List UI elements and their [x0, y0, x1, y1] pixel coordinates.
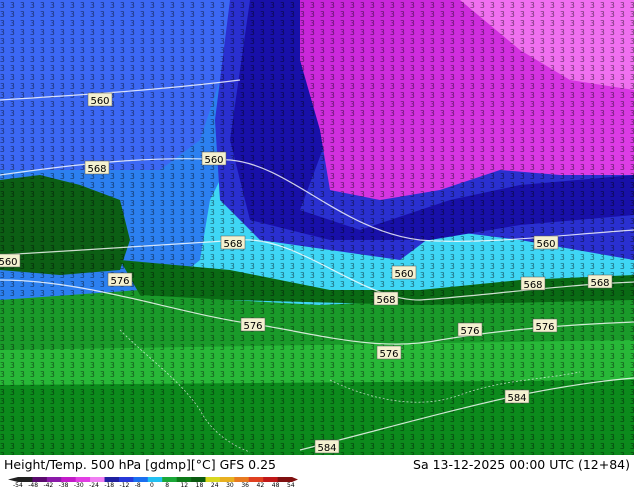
colorbar-tick-label: 8 [165, 482, 170, 489]
colorbar-tick-label: -12 [119, 482, 130, 489]
svg-text:576: 576 [110, 276, 129, 287]
colorbar-tick-label: 12 [180, 482, 189, 489]
colorbar-tick-label: 30 [226, 482, 234, 489]
colorbar-tick-label: -8 [134, 482, 141, 489]
contour-label: 560 [391, 265, 417, 280]
contour-label: 560 [201, 151, 227, 166]
svg-text:560: 560 [90, 96, 109, 107]
svg-text:576: 576 [535, 322, 554, 333]
contour-label: 576 [457, 322, 483, 337]
contour-label: 568 [373, 291, 399, 306]
colorbar-tick-label: 36 [241, 482, 249, 489]
colorbar-tick-label: 0 [150, 482, 154, 489]
contour-label: 576 [376, 345, 402, 360]
contour-label: 584 [504, 389, 530, 404]
contour-label: 576 [532, 318, 558, 333]
contour-label: 560 [87, 92, 113, 107]
contour-label: 560 [0, 253, 21, 268]
contour-label: 568 [84, 160, 110, 175]
svg-text:568: 568 [376, 295, 395, 306]
svg-text:584: 584 [507, 393, 526, 404]
svg-text:560: 560 [536, 239, 555, 250]
contour-label: 568 [520, 276, 546, 291]
map-footer: Height/Temp. 500 hPa [gdmp][°C] GFS 0.25… [0, 455, 634, 490]
colorbar-tick-label: 24 [210, 482, 219, 489]
valid-time: Sa 13-12-2025 00:00 UTC (12+84) [413, 457, 630, 472]
colorbar-tick-label: 54 [287, 482, 295, 489]
colorbar-tick-label: -38 [58, 482, 69, 489]
contour-label: 568 [220, 235, 246, 250]
colorbar-tick-label: 48 [271, 482, 280, 489]
svg-text:560: 560 [204, 155, 223, 166]
map-title: Height/Temp. 500 hPa [gdmp][°C] GFS 0.25 [4, 457, 276, 472]
contour-label: 568 [587, 274, 613, 289]
svg-text:568: 568 [590, 278, 609, 289]
contour-label: 584 [314, 439, 340, 454]
colorbar-tick-label: 42 [256, 482, 265, 489]
svg-text:568: 568 [87, 164, 106, 175]
svg-text:560: 560 [0, 257, 18, 268]
weather-map-page: 3 [0, 0, 634, 490]
contour-label: 576 [107, 272, 133, 287]
digit-texture [0, 0, 634, 455]
svg-text:576: 576 [460, 326, 479, 337]
colorbar-tick-label: -42 [43, 482, 54, 489]
colorbar-tick-label: -48 [28, 482, 39, 489]
svg-text:576: 576 [379, 349, 398, 360]
svg-text:568: 568 [223, 239, 242, 250]
colorbar-tick-label: -24 [89, 482, 99, 489]
contour-label: 576 [240, 317, 266, 332]
svg-text:568: 568 [523, 280, 542, 291]
svg-text:584: 584 [317, 443, 336, 454]
colorbar-tick-label: -18 [104, 482, 115, 489]
contour-label: 560 [533, 235, 559, 250]
colorbar-tick-label: 18 [195, 482, 204, 489]
svg-text:560: 560 [394, 269, 413, 280]
temperature-map: 3 [0, 0, 634, 455]
colorbar-tick-label: -30 [73, 482, 84, 489]
svg-text:576: 576 [243, 321, 262, 332]
colorbar-tick-label: -54 [13, 482, 23, 489]
